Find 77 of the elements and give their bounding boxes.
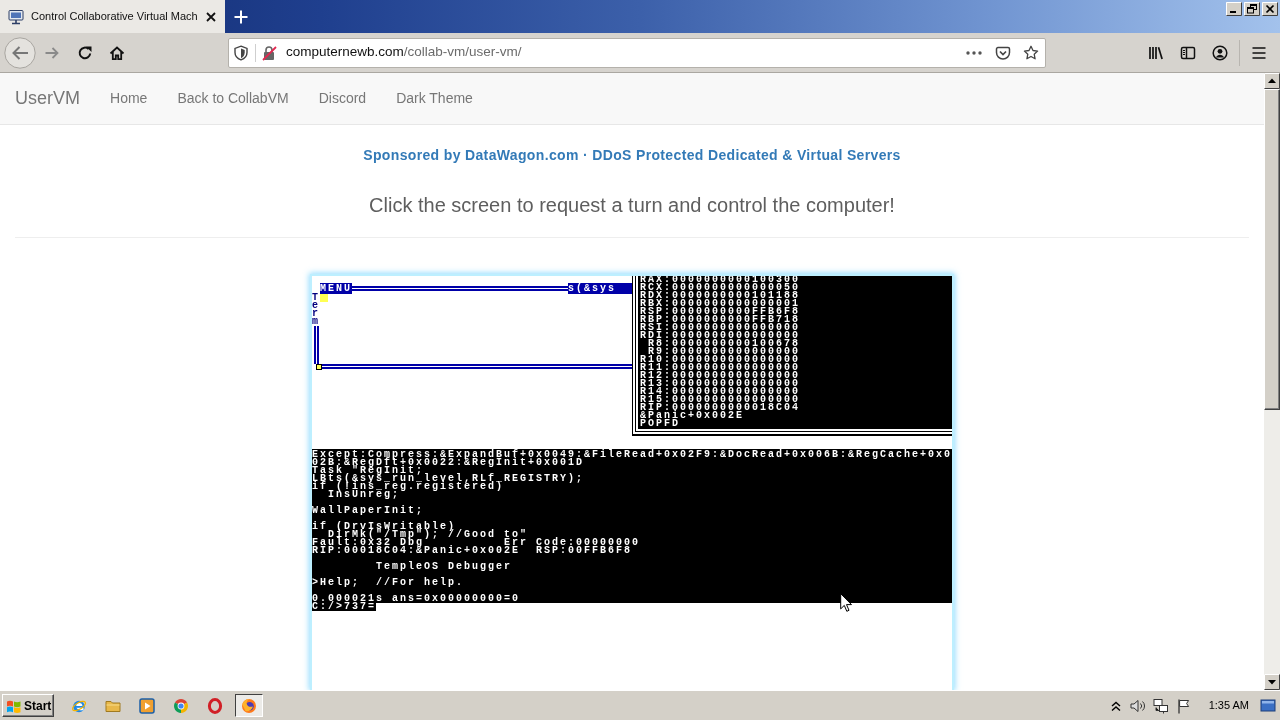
side-label: Term [312, 294, 320, 326]
brand-link[interactable]: UserVM [0, 73, 95, 123]
browser-globe-icon [241, 697, 257, 714]
terminal-line: TempleOS Debugger [375, 563, 514, 571]
ring-icon[interactable] [207, 697, 223, 714]
nav-link[interactable]: Discord [303, 73, 382, 123]
menu-icon[interactable] [1251, 44, 1267, 61]
terminal-line: DirMk("/Tmp"); //Good to" [328, 531, 530, 539]
terminal-line: RIP:00018C04:&Panic+0x002E RSP:00FFB6F8 [312, 547, 634, 555]
register-line: RSI:0000000000000000 [640, 324, 802, 332]
address-bar[interactable]: computernewb.com/collab-vm/user-vm/ [228, 37, 1046, 68]
scroll-up-icon[interactable] [1264, 73, 1280, 89]
nav-link[interactable]: Home [95, 73, 163, 123]
nav-link[interactable]: Dark Theme [381, 73, 488, 123]
scrollbar-thumb[interactable] [1264, 89, 1280, 410]
window-title-bar: s(&sys [568, 283, 632, 294]
register-line: R9:0000000000000000 [648, 348, 802, 356]
sponsor-link[interactable]: Sponsored by DataWagon.com · DDoS Protected Dedicated & Virtual Servers [363, 147, 901, 163]
register-line: R13:0000000000000000 [640, 380, 802, 388]
chevron-up-icon[interactable] [1110, 700, 1121, 711]
nav-link[interactable]: Back to CollabVM [162, 73, 304, 123]
register-line: RDX:0000000000101188 [640, 292, 802, 300]
reload-icon[interactable] [77, 44, 93, 61]
taskbar-button[interactable] [235, 694, 263, 717]
clock: 1:35 AM [1208, 698, 1249, 714]
flag-icon[interactable] [1175, 697, 1192, 714]
corner-marker-icon [316, 364, 322, 370]
crossed-lock-icon[interactable] [261, 44, 277, 61]
register-line: R15:0000000000000000 [640, 396, 802, 404]
terminal-line: InsUnreg; [327, 491, 400, 499]
register-line: RAX:0000000000100300 [640, 276, 802, 284]
minimize-icon[interactable] [1226, 2, 1242, 16]
home-icon[interactable] [109, 44, 125, 61]
menu-label[interactable]: MENU [320, 283, 352, 294]
register-line: R14:0000000000000000 [640, 388, 802, 396]
register-line: R10:0000000000000000 [640, 356, 802, 364]
chevron-tray-icon[interactable] [995, 44, 1011, 61]
speaker-icon[interactable] [1129, 697, 1146, 714]
terminal-line: if (DrvIsWritable) [312, 523, 457, 531]
register-line: POPFD [640, 420, 680, 428]
vm-screen[interactable] [310, 274, 954, 690]
terminal-line: WallPaperInit; [312, 507, 425, 515]
user-icon[interactable] [1212, 44, 1228, 61]
browser-tab[interactable]: Control Collaborative Virtual Mach [0, 0, 225, 33]
register-line: RCX:0000000000000050 [640, 284, 802, 292]
close-icon[interactable] [205, 10, 217, 23]
more-icon[interactable] [966, 50, 982, 55]
terminal-line: 02B:&RegDft+0x0022:&RegInit+0x001D [312, 459, 585, 467]
scrollbar-track[interactable] [1264, 73, 1280, 690]
plus-icon[interactable] [233, 8, 249, 25]
register-line: R12:0000000000000000 [640, 372, 802, 380]
close-icon[interactable] [1262, 2, 1278, 16]
sidebar-icon[interactable] [1180, 44, 1196, 61]
segmented-circle-icon[interactable] [173, 697, 189, 714]
books-icon[interactable] [1148, 44, 1164, 61]
network-icon[interactable] [1152, 697, 1169, 714]
play-icon[interactable] [139, 697, 155, 714]
start-button[interactable]: Start [2, 694, 54, 717]
text-cursor-icon [320, 294, 328, 302]
mouse-pointer-icon [840, 593, 852, 612]
scroll-down-icon[interactable] [1264, 674, 1280, 690]
shield-icon[interactable] [233, 44, 249, 61]
show-desktop-icon[interactable] [1260, 697, 1276, 714]
terminal-line: >Help; //For help. [312, 579, 466, 587]
computer-icon [8, 8, 24, 25]
restore-icon[interactable] [1244, 2, 1260, 16]
register-line: RBX:0000000000000001 [640, 300, 802, 308]
terminal-line: LBts(&sys_run_level,RLf_REGISTRY); [312, 475, 586, 483]
register-line: R8:0000000000100678 [648, 340, 802, 348]
register-line: RSP:0000000000FFB6F8 [640, 308, 802, 316]
register-line: RBP:0000000000FFB718 [640, 316, 802, 324]
instruction-text: Click the screen to request a turn and control the computer! [368, 193, 896, 217]
register-line: RDI:0000000000000000 [640, 332, 802, 340]
register-line: R11:0000000000000000 [640, 364, 802, 372]
terminal-line: if (!ins_reg.registered) [312, 483, 505, 491]
star-icon[interactable] [1023, 44, 1039, 61]
terminal-line: Except:Compress:&ExpandBuf+0x0049:&FileRead+0x02F9:&DocRead+0x006B:&RegCache+0x0 [312, 451, 952, 459]
